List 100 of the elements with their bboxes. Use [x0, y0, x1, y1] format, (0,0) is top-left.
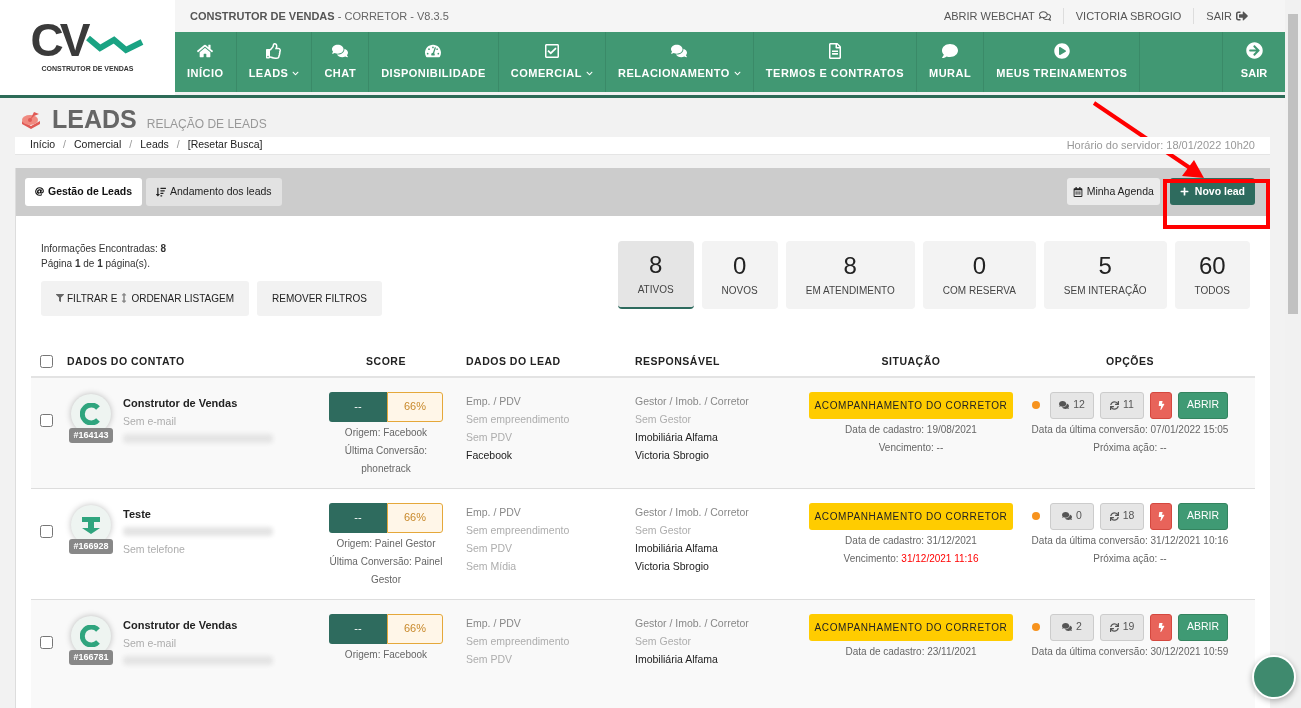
top-link[interactable]: ABRIR WEBCHAT [931, 7, 1063, 25]
nav-item[interactable]: MURAL [917, 32, 985, 92]
info-text: Sem Gestor [635, 522, 693, 538]
info-text: Emp. / PDV [466, 504, 522, 520]
info-text: Sem Gestor [635, 633, 693, 649]
lightning-icon [1156, 622, 1166, 632]
quick-action-button[interactable] [1150, 613, 1172, 641]
tab[interactable]: Gestão de Leads [25, 177, 143, 206]
caret-icon [733, 69, 741, 77]
messages-button[interactable]: 12 [1050, 391, 1094, 419]
filter-icon [56, 294, 64, 302]
info-text: Sem empreendimento [466, 522, 571, 538]
refresh-icon [1109, 511, 1119, 521]
chat-icon [1038, 10, 1051, 22]
info-text: Sem telefone [123, 541, 186, 557]
info-text: Sem PDV [466, 429, 514, 445]
tab[interactable]: Andamento dos leads [146, 177, 282, 206]
open-button[interactable]: ABRIR [1178, 613, 1228, 641]
agenda-button[interactable]: Minha Agenda [1066, 178, 1160, 205]
sync-button[interactable]: 11 [1100, 391, 1144, 419]
info-text: Gestor / Imob. / Corretor [635, 615, 750, 631]
score-value: -- [329, 502, 387, 533]
nav-item[interactable]: LEADS [236, 32, 313, 92]
info-text: Emp. / PDV [466, 615, 522, 631]
stat-card[interactable]: 0 NOVOS [701, 240, 778, 309]
document-icon [826, 42, 843, 59]
open-button[interactable]: ABRIR [1178, 502, 1228, 530]
breadcrumb-separator: / [176, 137, 180, 153]
messages-button[interactable]: 2 [1050, 613, 1094, 641]
stat-card[interactable]: 60 TODOS [1174, 240, 1250, 309]
info-text: Victoria Sbrogio [635, 447, 710, 463]
page-title: LEADS [52, 106, 137, 132]
lead-id-badge: #166781 [69, 649, 113, 665]
row-checkbox[interactable] [39, 635, 53, 649]
row-checkbox[interactable] [39, 413, 53, 427]
top-link[interactable]: VICTORIA SBROGIO [1062, 7, 1194, 25]
info-text: Victoria Sbrogio [635, 558, 710, 574]
origin-text: Origem: Painel Gestor [335, 536, 437, 551]
checkbox-icon [543, 42, 560, 59]
breadcrumb-link[interactable]: Leads [140, 137, 169, 154]
nav-item[interactable]: COMERCIAL [498, 32, 606, 92]
origin-text: Origem: Facebook [343, 425, 429, 440]
caret-icon [292, 69, 300, 77]
row-checkbox[interactable] [39, 524, 53, 538]
nav-item[interactable]: TERMOS E CONTRATOS [753, 32, 917, 92]
info-text: Gestor / Imob. / Corretor [635, 504, 750, 520]
home-icon [197, 42, 214, 59]
sync-button[interactable]: 19 [1100, 613, 1144, 641]
plus-icon [1179, 187, 1189, 196]
open-button[interactable]: ABRIR [1178, 391, 1228, 419]
info-text: Sem Gestor [635, 411, 693, 427]
nav-item[interactable]: INÍCIO [175, 32, 237, 92]
nav-item[interactable]: CHAT [312, 32, 370, 92]
info-text: Sem e-mail [123, 635, 178, 651]
column-header: SCORE [365, 353, 407, 369]
info-text: Sem Mídia [466, 558, 518, 574]
status-badge: ACOMPANHAMENTO DO CORRETOR [809, 391, 1013, 419]
registration-date: Data de cadastro: 23/11/2021 [845, 644, 977, 659]
due-date: Vencimento: 31/12/2021 11:16 [843, 551, 979, 566]
messages-button[interactable]: 0 [1050, 502, 1094, 530]
select-all-checkbox[interactable] [39, 355, 53, 368]
stat-card[interactable]: 0 COM RESERVA [922, 240, 1036, 309]
sort-icon [156, 186, 167, 197]
target-icon [20, 110, 42, 132]
registration-date: Data de cadastro: 31/12/2021 [845, 533, 977, 548]
contact-name: Construtor de Vendas [123, 395, 239, 411]
chat-icon [671, 42, 688, 59]
refresh-icon [1110, 400, 1120, 410]
scrollbar-thumb[interactable] [1288, 14, 1298, 314]
nav-item[interactable]: RELACIONAMENTO [605, 32, 754, 92]
score-percent: 66% [387, 613, 443, 644]
info-text: Facebook [466, 447, 514, 463]
server-time: Horário do servidor: 18/01/2022 10h20 [1066, 137, 1255, 154]
quick-action-button[interactable] [1150, 391, 1172, 419]
remove-filters-button[interactable]: REMOVER FILTROS [257, 280, 382, 316]
status-badge: ACOMPANHAMENTO DO CORRETOR [809, 502, 1013, 530]
nav-item[interactable]: MEUS TREINAMENTOS [984, 32, 1141, 92]
stat-card[interactable]: 5 SEM INTERAÇÃO [1043, 240, 1167, 309]
top-link[interactable]: SAIR [1193, 7, 1260, 25]
origin-text: Última Conversão: Painel Gestor [328, 554, 444, 587]
sync-button[interactable]: 18 [1100, 502, 1144, 530]
stat-card[interactable]: 8 ATIVOS [617, 240, 694, 309]
breadcrumb-link[interactable]: Comercial [74, 137, 122, 154]
quick-action-button[interactable] [1150, 502, 1172, 530]
breadcrumb-separator: / [129, 137, 133, 153]
column-header: RESPONSÁVEL [634, 353, 721, 369]
chat-icon [1059, 400, 1070, 410]
breadcrumb-link[interactable]: Início [30, 137, 56, 154]
filter-sort-button[interactable]: FILTRAR E ORDENAR LISTAGEM [41, 280, 249, 316]
breadcrumb-link[interactable]: [Resetar Busca] [187, 137, 263, 154]
due-date: Vencimento: -- [878, 440, 944, 455]
info-text: Gestor / Imob. / Corretor [635, 393, 750, 409]
stat-card[interactable]: 8 EM ATENDIMENTO [785, 240, 915, 309]
sort-arrows-icon [120, 293, 129, 303]
info-text: Sem e-mail [123, 413, 178, 429]
nav-item[interactable]: DISPONIBILIDADE [369, 32, 499, 92]
logo-c-icon [80, 402, 102, 425]
info-text: Sem PDV [466, 540, 514, 556]
score-percent: 66% [387, 391, 443, 422]
column-header: DADOS DO CONTATO [66, 353, 186, 369]
